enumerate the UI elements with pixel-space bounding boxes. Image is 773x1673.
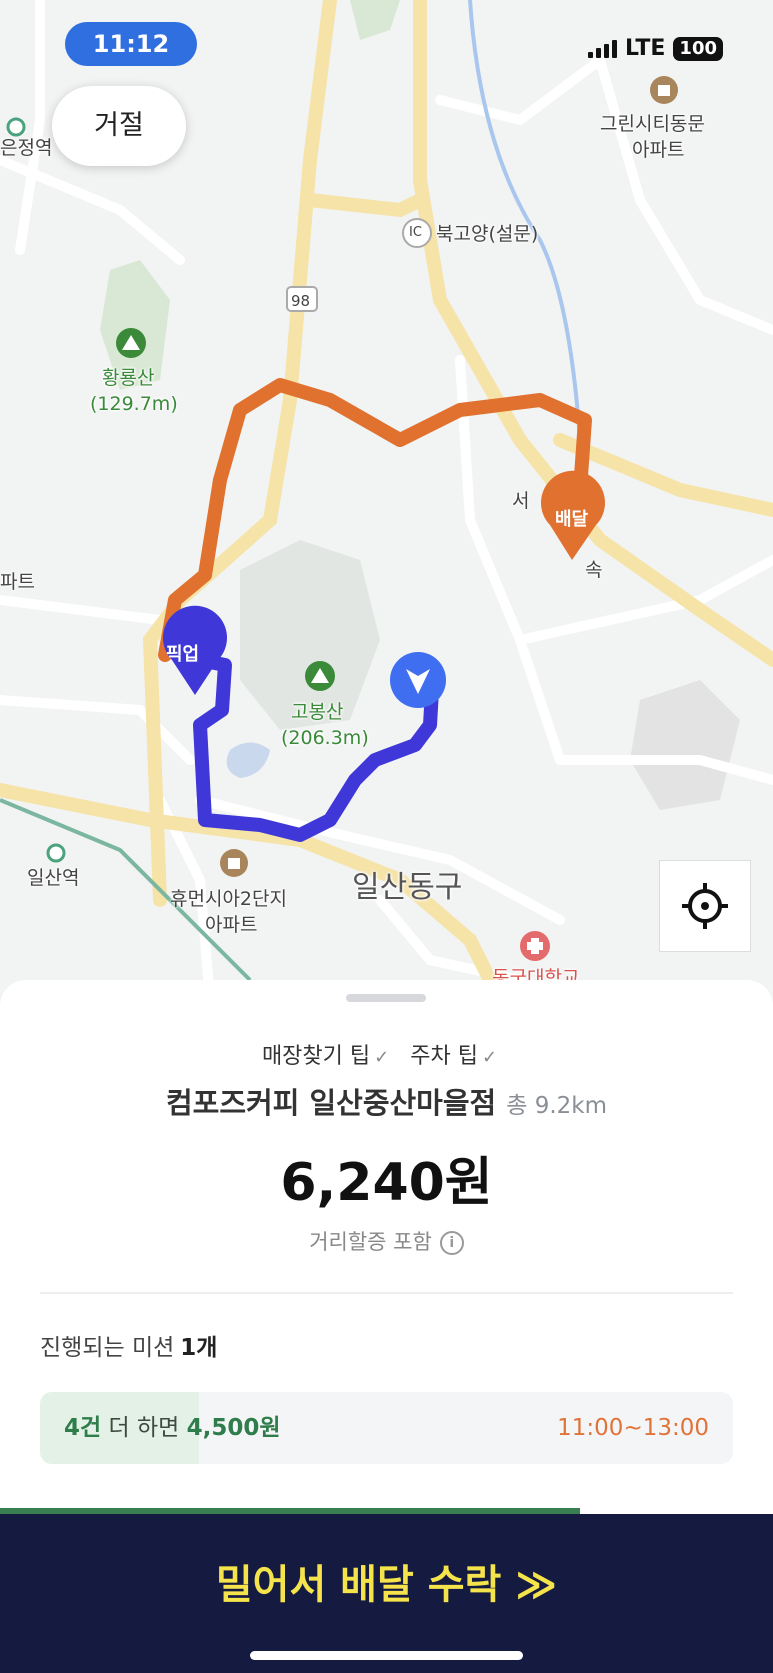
- apartment-icon: [650, 76, 678, 104]
- ic-badge: IC: [409, 225, 422, 240]
- store-name: 컴포즈커피 일산중산마을점: [165, 1086, 497, 1120]
- map-label: 그린시티동문: [600, 113, 705, 135]
- tip-list: 매장찾기 팁 ✓ 주차 팁 ✓: [0, 1038, 773, 1070]
- mission-remaining-count: 4건: [64, 1415, 102, 1441]
- map-label: 아파트: [205, 914, 258, 936]
- mission-reward: 4,500원: [186, 1415, 281, 1441]
- mission-title-row: 진행되는 미션 1개: [40, 1328, 217, 1362]
- district-label: 일산동구: [352, 870, 463, 905]
- hospital-icon: [520, 931, 550, 961]
- recenter-button[interactable]: [659, 860, 751, 952]
- map-label: 황룡산: [102, 367, 155, 389]
- delivery-marker-label: 배달: [555, 509, 589, 530]
- expressway-label: 속: [585, 559, 603, 581]
- divider: [40, 1292, 733, 1294]
- expressway-label: 서: [512, 490, 530, 512]
- accept-label: 밀어서 배달 수락 ≫: [215, 1562, 558, 1608]
- check-icon: ✓: [374, 1047, 390, 1068]
- mountain-icon: [305, 661, 335, 691]
- map-label: 고봉산: [291, 701, 344, 723]
- tip-label: 주차 팁: [410, 1044, 478, 1069]
- mission-progress-text: 4건 더 하면 4,500원: [64, 1392, 281, 1464]
- crosshair-icon: [682, 883, 728, 929]
- total-distance: 총 9.2km: [506, 1093, 608, 1119]
- signal-icon: [588, 39, 617, 58]
- info-icon[interactable]: i: [439, 1231, 464, 1255]
- pickup-marker-label: 픽업: [166, 644, 200, 665]
- delivery-fee: 6,240원: [280, 1153, 493, 1213]
- battery-icon: 100: [673, 36, 723, 61]
- map-label: 휴먼시아2단지: [170, 888, 287, 910]
- home-indicator[interactable]: [250, 1651, 523, 1660]
- store-row: 컴포즈커피 일산중산마을점 총 9.2km: [0, 1080, 773, 1122]
- current-location-icon: [390, 652, 446, 708]
- mission-card[interactable]: 4건 더 하면 4,500원 11:00~13:00: [40, 1392, 733, 1464]
- mission-text: 더 하면: [108, 1415, 180, 1441]
- price-note: 거리할증 포함: [309, 1230, 432, 1254]
- map-label: 은정역: [0, 137, 53, 159]
- status-time: 11:12: [65, 22, 197, 66]
- map-label: 일산역: [27, 867, 80, 889]
- sheet-grabber[interactable]: [346, 994, 426, 1002]
- tip-label: 매장찾기 팁: [261, 1044, 371, 1069]
- order-sheet: 매장찾기 팁 ✓ 주차 팁 ✓ 컴포즈커피 일산중산마을점 총 9.2km 6,240…: [0, 980, 773, 1673]
- mission-title: 진행되는 미션: [40, 1335, 175, 1361]
- status-indicators: LTE 100: [588, 36, 723, 61]
- map-label: 파트: [0, 571, 35, 593]
- accept-slider[interactable]: 밀어서 배달 수락 ≫: [0, 1514, 773, 1673]
- price-note-row: 거리할증 포함 i: [0, 1226, 773, 1256]
- route-98-shield: 98: [291, 292, 311, 310]
- map-label: 북고양(설문): [436, 223, 539, 245]
- reject-button[interactable]: 거절: [52, 86, 186, 166]
- network-label: LTE: [625, 36, 666, 61]
- apartment-icon: [220, 849, 248, 877]
- map-label: (206.3m): [281, 727, 369, 749]
- check-icon: ✓: [481, 1047, 498, 1068]
- map-label: (129.7m): [90, 393, 178, 415]
- map-label: 아파트: [632, 139, 685, 161]
- mission-count: 1개: [180, 1335, 218, 1361]
- mountain-icon: [116, 328, 146, 358]
- mission-time: 11:00~13:00: [557, 1415, 709, 1441]
